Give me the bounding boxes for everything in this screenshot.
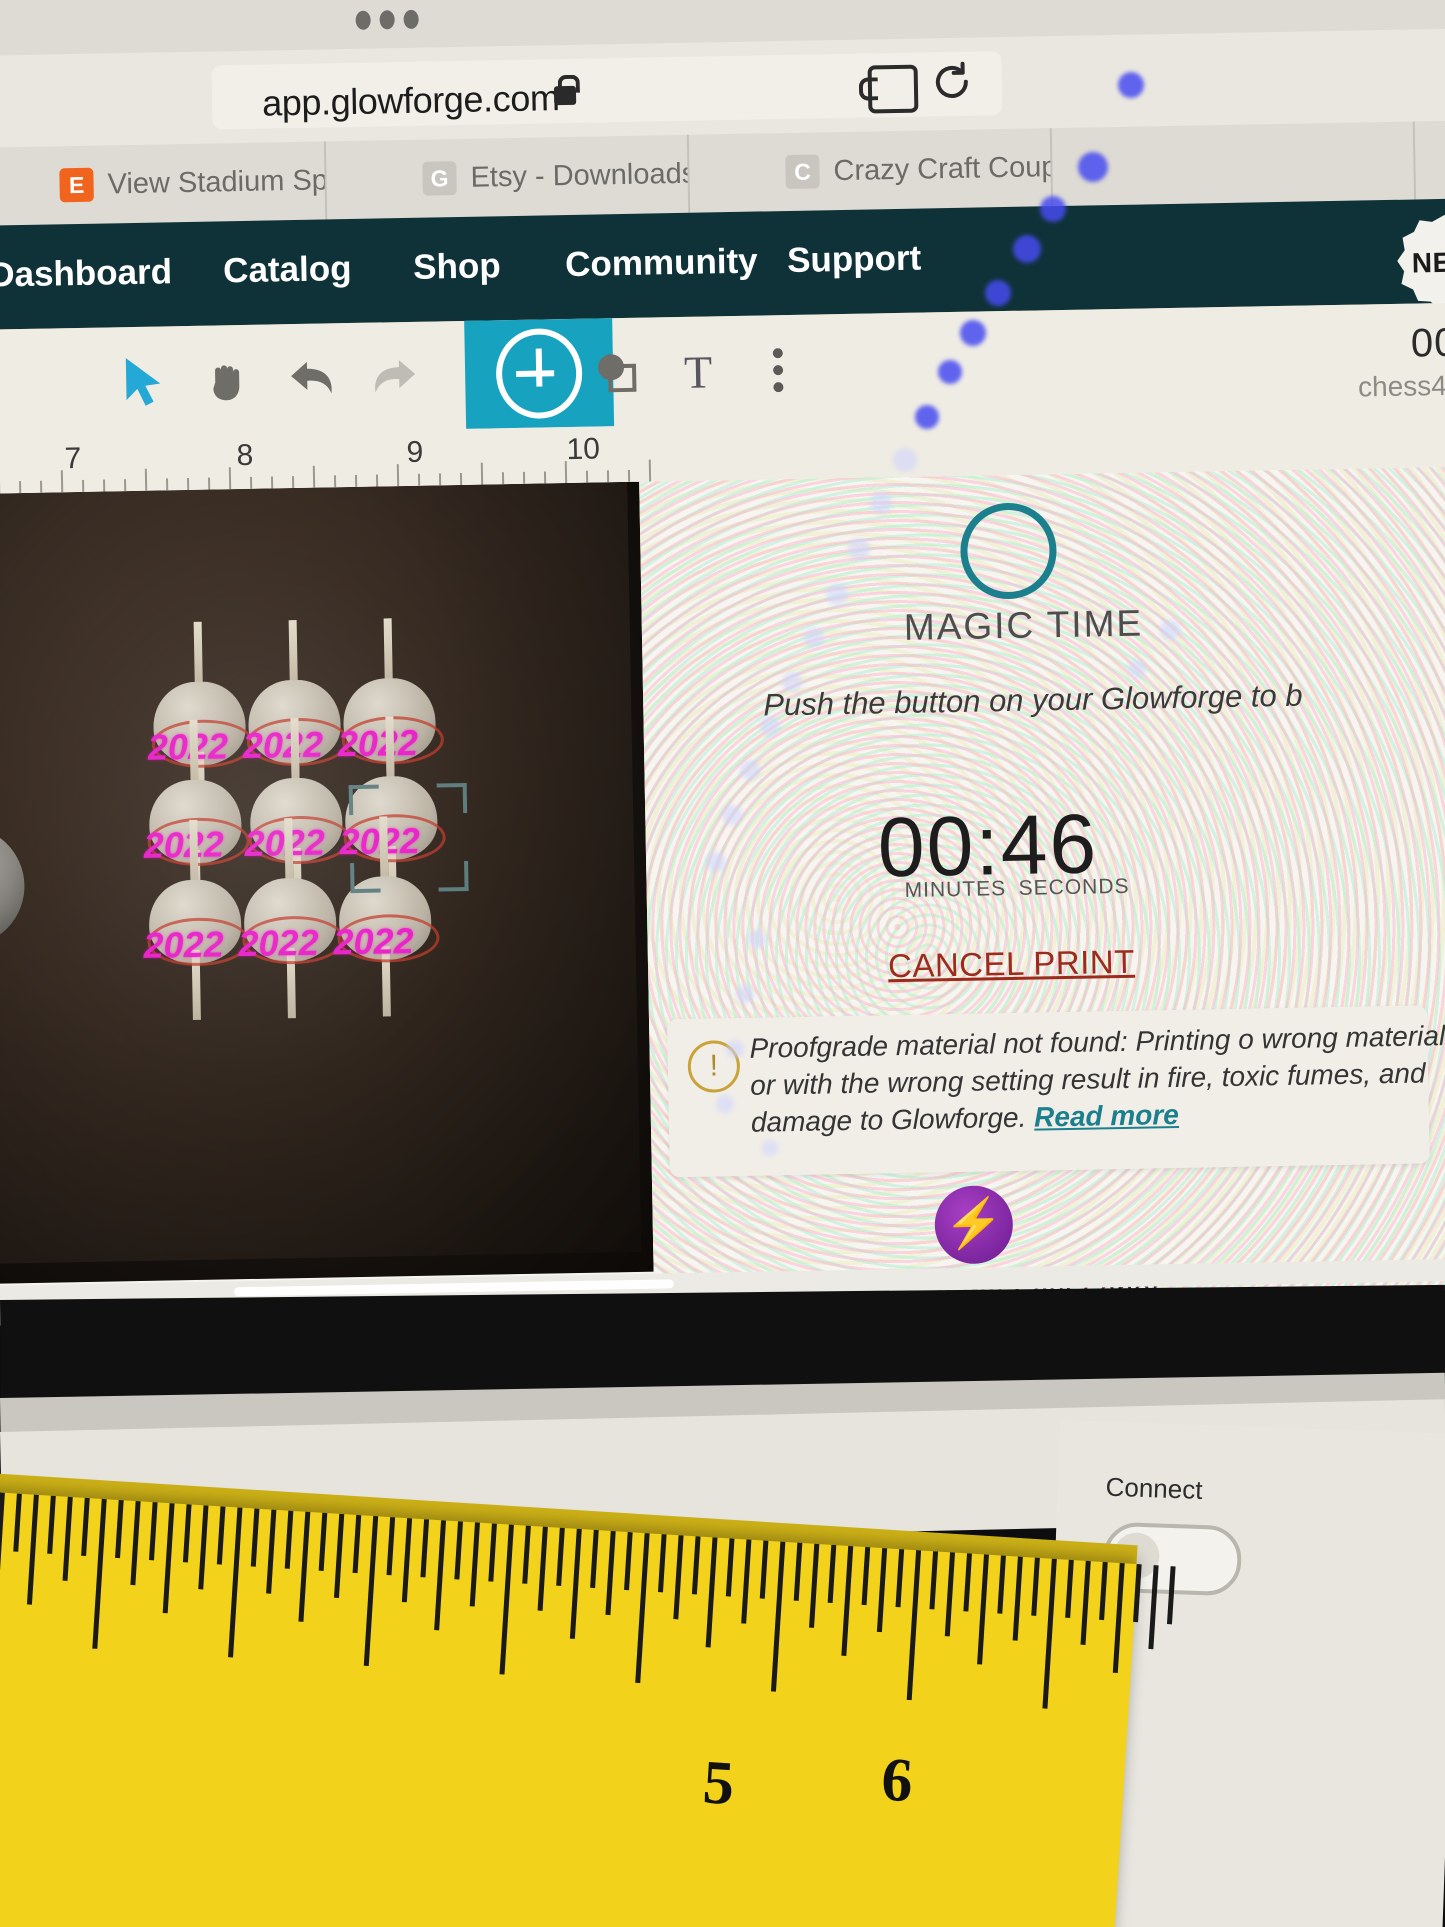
extensions-icon[interactable] <box>867 64 919 114</box>
print-heading: MAGIC TIME <box>903 602 1144 648</box>
new-badge-label: NEW <box>1411 246 1445 279</box>
window-controls[interactable] <box>355 9 419 30</box>
browser-tab[interactable]: C Crazy Craft Couple <box>688 128 1054 213</box>
nav-item-dashboard[interactable]: Dashboard <box>0 252 172 295</box>
etsy-favicon: E <box>59 167 94 203</box>
warning-banner: ! Proofgrade material not found: Printin… <box>666 1005 1445 1178</box>
tape-number: 5 <box>700 1748 737 1819</box>
reload-icon[interactable] <box>929 60 974 105</box>
camera-bed-view[interactable]: 202220222022202220222022202220222022 <box>0 481 654 1285</box>
read-more-link[interactable]: Read more <box>1034 1099 1179 1133</box>
cancel-print-button[interactable]: CANCEL PRINT <box>888 943 1135 986</box>
tab-label: View Stadium Sports... <box>107 163 325 200</box>
warning-text: Proofgrade material not found: Printing … <box>749 1017 1445 1141</box>
lock-icon <box>553 74 581 106</box>
text-tool[interactable]: T <box>669 342 728 401</box>
design-name: chess4507 <box>1357 369 1445 403</box>
new-badge[interactable]: NEW <box>1396 214 1445 312</box>
toolbar-timer: 00:4 <box>1410 320 1445 366</box>
nav-item-support[interactable]: Support <box>787 239 922 281</box>
ruler-label: 10 <box>566 432 601 467</box>
plus-circle-icon <box>495 327 583 420</box>
more-tool[interactable] <box>749 341 808 400</box>
grey-favicon: G <box>422 161 457 196</box>
nav-item-community[interactable]: Community <box>565 242 758 286</box>
warning-icon: ! <box>687 1040 741 1093</box>
nav-item-catalog[interactable]: Catalog <box>223 249 352 291</box>
photo-of-laptop-screen: app.glowforge.com E View Stadium Sports.… <box>0 0 1445 1927</box>
tape-measure: 5 6 <box>0 1490 1176 1927</box>
tab-label: Etsy - Downloads <box>470 157 688 194</box>
nav-item-shop[interactable]: Shop <box>413 246 501 288</box>
select-tool[interactable] <box>115 352 174 411</box>
ruler-label: 7 <box>64 441 82 476</box>
ruler-label: 8 <box>236 438 254 473</box>
ready-circle-icon <box>959 502 1058 600</box>
workspace: 202220222022202220222022202220222022 MAG… <box>0 465 1445 1324</box>
timer-seconds-label: SECONDS <box>1018 874 1130 900</box>
print-instruction: Push the button on your Glowforge to b <box>762 677 1303 723</box>
tab-label: Crazy Craft Couple <box>833 150 1051 187</box>
browser-tab[interactable]: G Etsy - Downloads <box>325 134 691 220</box>
timer-minutes-label: MINUTES <box>904 877 1007 902</box>
lightning-bolt-icon: ⚡ <box>934 1185 1014 1265</box>
browser-tab[interactable]: E View Stadium Sports... <box>0 141 328 227</box>
pan-tool[interactable] <box>199 351 258 410</box>
shapes-tool[interactable] <box>589 344 648 403</box>
browser-tab-partial[interactable] <box>1051 121 1417 207</box>
tape-number: 6 <box>879 1745 915 1816</box>
url-text[interactable]: app.glowforge.com <box>262 77 560 124</box>
laptop-screen: app.glowforge.com E View Stadium Sports.… <box>0 0 1445 1326</box>
redo-tool[interactable] <box>365 348 424 407</box>
undo-tool[interactable] <box>283 349 342 408</box>
toolbar-status: 00:4 chess4507 <box>1357 320 1445 403</box>
print-panel: MAGIC TIME Push the button on your Glowf… <box>639 465 1445 1312</box>
device-label: Connect <box>1105 1471 1204 1506</box>
ruler-label: 9 <box>406 435 424 470</box>
grey-favicon: C <box>785 154 820 190</box>
